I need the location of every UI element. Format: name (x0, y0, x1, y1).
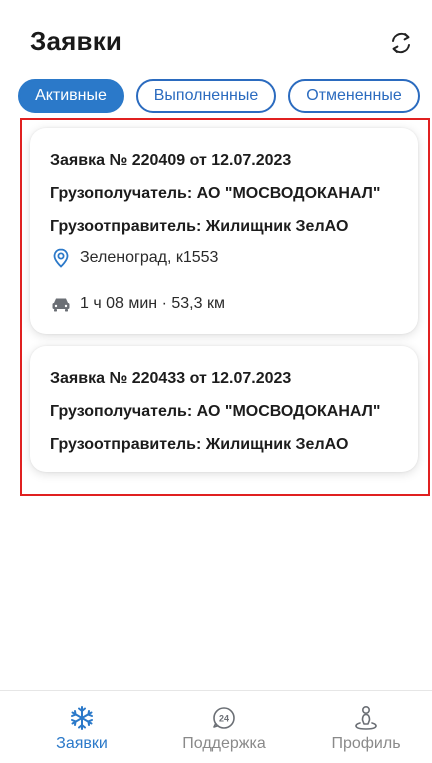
route-text: 1 ч 08 мин · 53,3 км (80, 295, 225, 312)
route-row: 1 ч 08 мин · 53,3 км (50, 294, 225, 314)
tab-completed[interactable]: Выполненные (136, 79, 276, 113)
location-pin-icon (50, 248, 72, 268)
shipper: Грузоотправитель: Жилищник ЗелАО (50, 218, 349, 235)
status-tabs: Активные Выполненные Отмененные (18, 79, 428, 115)
support-24-icon: 24 (209, 705, 239, 731)
nav-label-support: Поддержка (182, 735, 266, 752)
nav-item-profile[interactable]: Профиль (306, 691, 426, 763)
page-title: Заявки (30, 26, 123, 56)
svg-text:24: 24 (219, 714, 229, 724)
request-card[interactable]: Заявка № 220433 от 12.07.2023 Грузополуч… (30, 346, 418, 472)
bottom-nav: Заявки 24 Поддержка Профиль (0, 690, 432, 763)
refresh-icon[interactable] (386, 28, 416, 58)
snowflake-icon (67, 705, 97, 731)
nav-item-requests[interactable]: Заявки (22, 691, 142, 763)
request-title: Заявка № 220433 от 12.07.2023 (50, 370, 292, 387)
header: Заявки (0, 0, 432, 80)
tab-cancelled[interactable]: Отмененные (288, 79, 420, 113)
consignee: Грузополучатель: АО "МОСВОДОКАНАЛ" (50, 403, 381, 420)
profile-pin-icon (351, 705, 381, 731)
location-row: Зеленоград, к1553 (50, 248, 218, 268)
location-text: Зеленоград, к1553 (80, 249, 219, 266)
shipper: Грузоотправитель: Жилищник ЗелАО (50, 436, 349, 453)
tab-active[interactable]: Активные (18, 79, 124, 113)
nav-label-requests: Заявки (56, 735, 108, 752)
nav-item-support[interactable]: 24 Поддержка (164, 691, 284, 763)
nav-label-profile: Профиль (331, 735, 401, 752)
consignee: Грузополучатель: АО "МОСВОДОКАНАЛ" (50, 185, 381, 202)
car-icon (50, 294, 72, 314)
request-card[interactable]: Заявка № 220409 от 12.07.2023 Грузополуч… (30, 128, 418, 334)
request-title: Заявка № 220409 от 12.07.2023 (50, 152, 292, 169)
